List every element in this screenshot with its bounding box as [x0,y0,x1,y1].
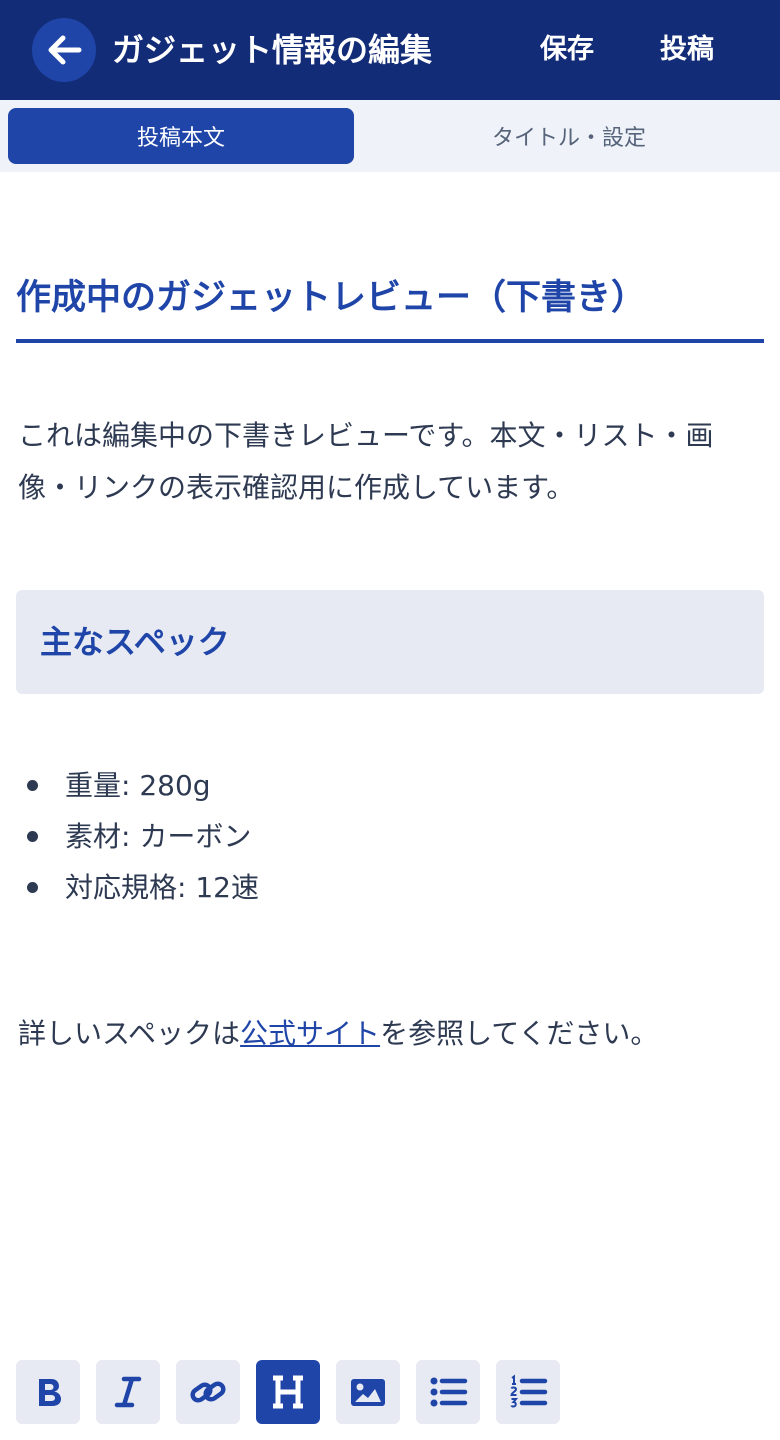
spec-heading-block[interactable]: 主なスペック [16,590,764,694]
link-paragraph-before: 詳しいスペックは [18,1017,241,1050]
image-button[interactable] [336,1360,400,1424]
post-button[interactable]: 投稿 [660,30,714,70]
italic-button[interactable] [96,1360,160,1424]
list-item-text: 対応規格: 12速 [65,871,259,904]
bullet-list-button[interactable] [416,1360,480,1424]
back-button[interactable] [32,18,96,82]
list-item[interactable]: 素材: カーボン [18,811,259,862]
arrow-left-icon [48,35,82,65]
spec-list: 重量: 280g 素材: カーボン 対応規格: 12速 [18,760,259,913]
bold-button[interactable] [16,1360,80,1424]
link-paragraph[interactable]: 詳しいスペックは公式サイトを参照してください。 [18,1008,658,1060]
heading-icon [273,1375,303,1409]
numbered-list-icon [510,1374,548,1408]
list-item[interactable]: 重量: 280g [18,760,259,811]
list-item[interactable]: 対応規格: 12速 [18,862,259,913]
bullet-list-icon [430,1377,468,1407]
heading-button[interactable] [256,1360,320,1424]
bold-icon [39,1379,61,1406]
link-paragraph-after: を参照してください。 [380,1017,659,1050]
title-underline [16,339,764,343]
list-item-text: 重量: 280g [65,769,211,802]
tab-post-body[interactable]: 投稿本文 [8,108,354,164]
italic-icon [114,1376,142,1408]
tab-title-settings[interactable]: タイトル・設定 [396,108,742,164]
bullet-icon [27,882,38,893]
official-site-link[interactable]: 公式サイト [240,1017,380,1050]
numbered-list-button[interactable] [496,1360,560,1424]
tab-bar: 投稿本文 タイトル・設定 [0,100,780,172]
link-icon [190,1381,226,1403]
link-button[interactable] [176,1360,240,1424]
document-title[interactable]: 作成中のガジェットレビュー（下書き） [16,272,764,324]
page-title: ガジェット情報の編集 [112,31,433,69]
spec-heading: 主なスペック [40,623,230,661]
bullet-icon [27,831,38,842]
image-icon [351,1379,385,1406]
bullet-icon [27,780,38,791]
intro-paragraph[interactable]: これは編集中の下書きレビューです。本文・リスト・画像・リンクの表示確認用に作成し… [18,410,738,514]
list-item-text: 素材: カーボン [65,820,252,853]
app-header: ガジェット情報の編集 保存 投稿 [0,0,780,100]
save-button[interactable]: 保存 [540,30,594,70]
format-toolbar [16,1360,560,1424]
